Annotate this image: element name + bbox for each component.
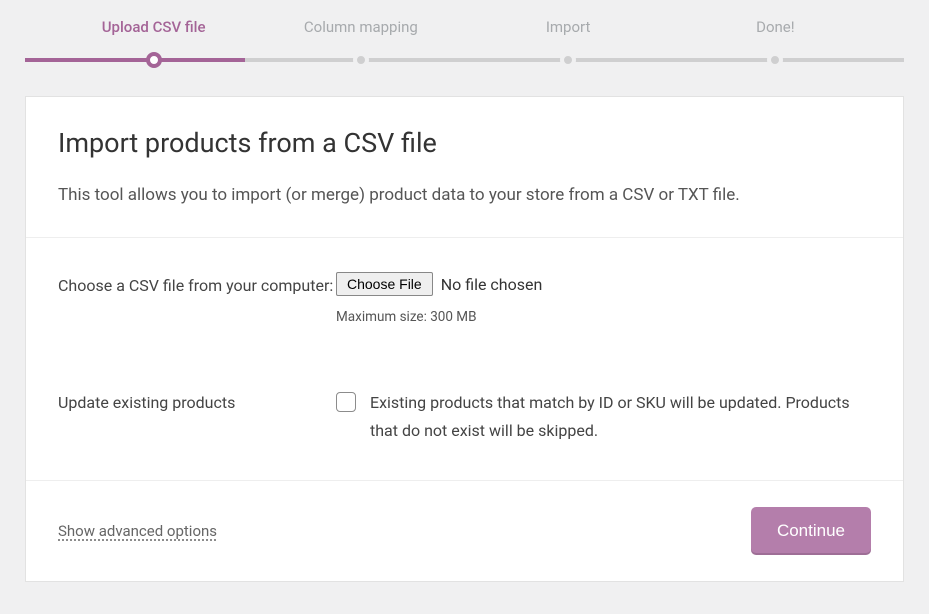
card-header: Import products from a CSV file This too… [26,97,903,238]
max-size-hint: Maximum size: 300 MB [336,307,871,329]
import-card: Import products from a CSV file This too… [25,96,904,582]
continue-button[interactable]: Continue [751,507,871,555]
page-title: Import products from a CSV file [58,127,871,159]
label-choose-file: Choose a CSV file from your computer: [26,238,336,359]
update-existing-checkbox[interactable] [336,392,356,412]
label-update-existing: Update existing products [26,359,336,481]
show-advanced-link[interactable]: Show advanced options [58,522,217,540]
step-done[interactable]: Done! [672,0,879,74]
step-dot-icon [560,52,576,68]
step-label: Import [546,18,591,36]
step-import[interactable]: Import [465,0,672,74]
step-label: Done! [756,18,795,36]
step-column-mapping[interactable]: Column mapping [257,0,464,74]
stepper: Upload CSV file Column mapping Import Do… [25,0,904,74]
row-update-existing: Update existing products Existing produc… [26,359,903,481]
update-existing-description: Existing products that match by ID or SK… [370,389,871,447]
row-choose-file: Choose a CSV file from your computer: Ch… [26,238,903,359]
import-wizard: Upload CSV file Column mapping Import Do… [0,0,929,582]
page-description: This tool allows you to import (or merge… [58,183,871,209]
step-dot-icon [767,52,783,68]
choose-file-button[interactable]: Choose File [336,272,433,296]
file-chosen-status: No file chosen [441,272,543,298]
step-upload-csv[interactable]: Upload CSV file [50,0,257,74]
step-dot-icon [353,52,369,68]
card-footer: Show advanced options Continue [26,480,903,581]
step-dot-icon [146,52,162,68]
form-table: Choose a CSV file from your computer: Ch… [26,238,903,481]
step-label: Column mapping [304,18,418,36]
step-label: Upload CSV file [102,18,206,36]
